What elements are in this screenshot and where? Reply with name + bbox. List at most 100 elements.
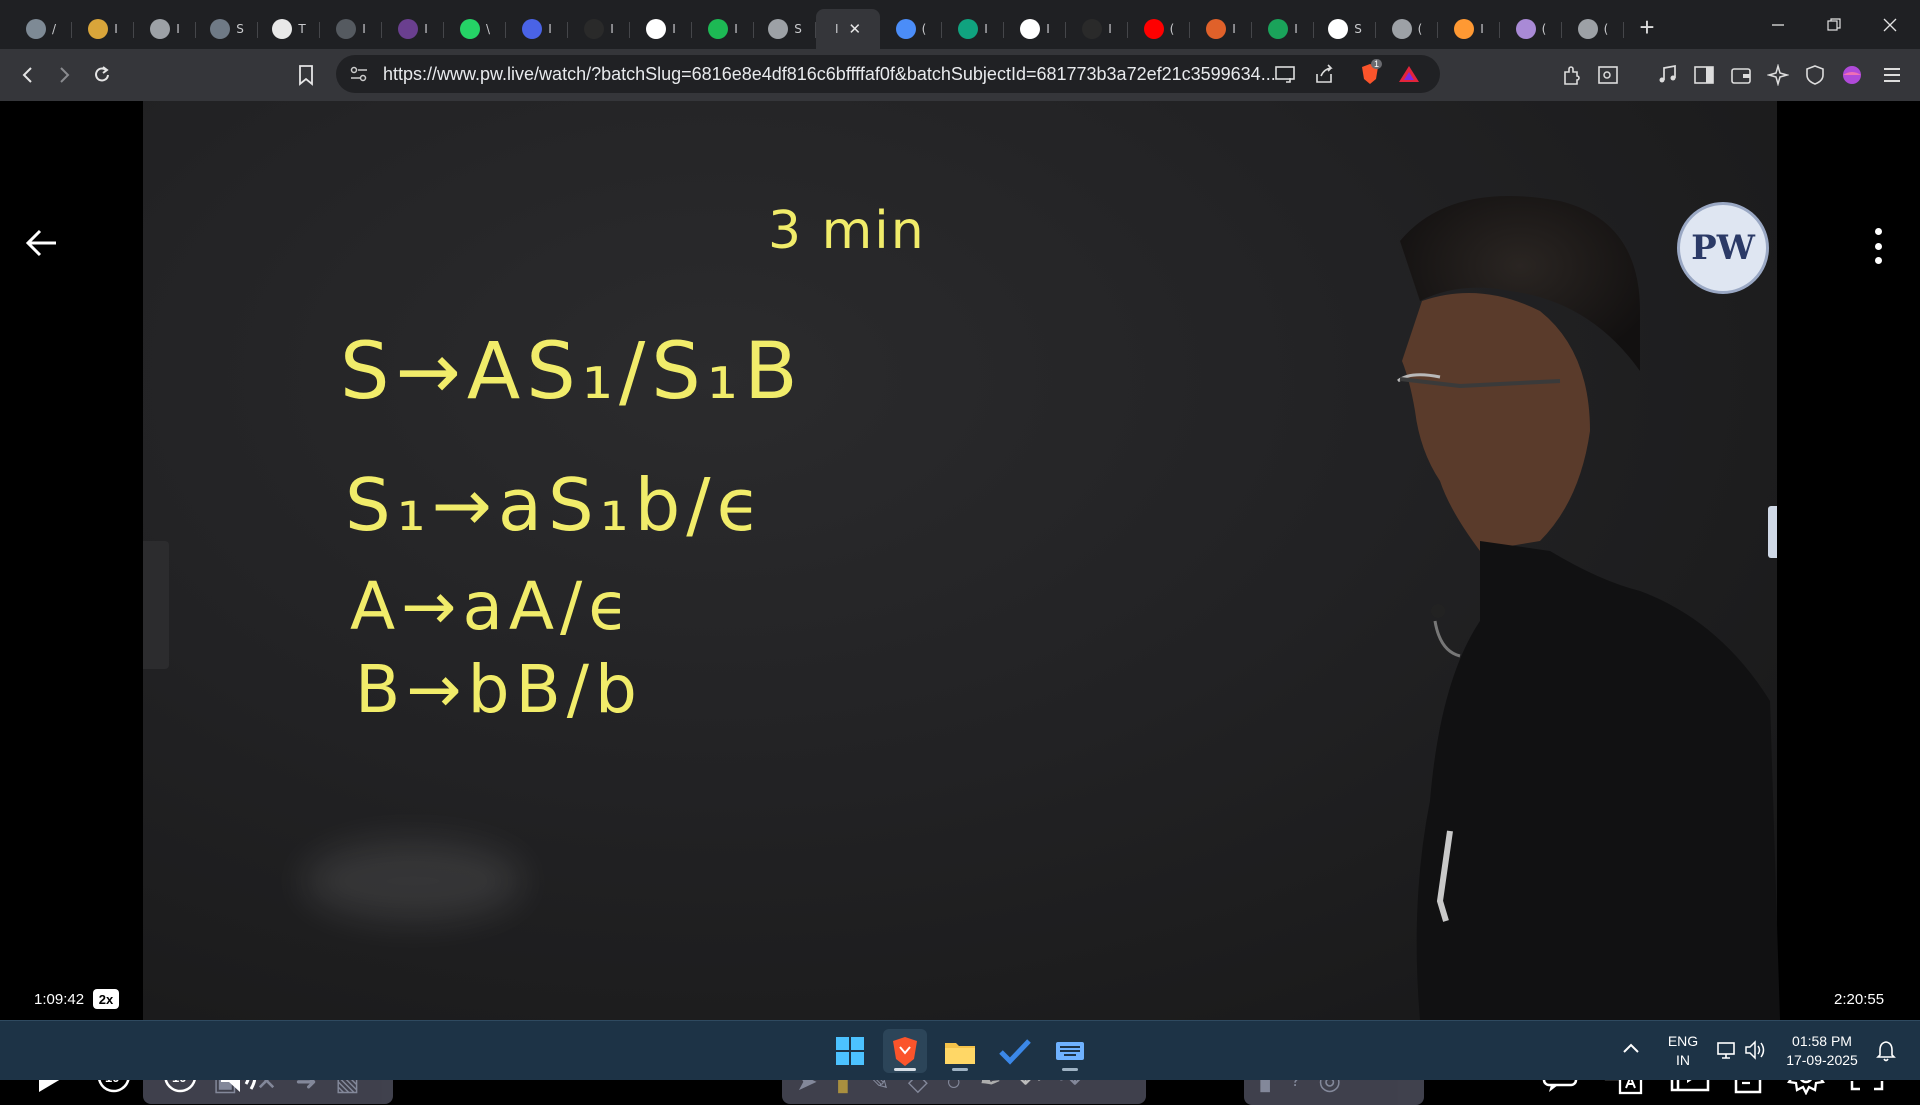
cast-icon[interactable] <box>1274 64 1296 89</box>
food-icon <box>1206 19 1227 39</box>
browser-tab[interactable]: S <box>754 9 816 49</box>
tab-title: ( <box>1541 22 1547 36</box>
browser-tab[interactable]: I <box>72 9 134 49</box>
globe-icon <box>1577 19 1598 39</box>
brave-rewards-icon[interactable] <box>1398 64 1420 89</box>
browser-tab[interactable]: I <box>630 9 692 49</box>
site-info-icon[interactable] <box>350 66 368 87</box>
globe-icon <box>210 19 231 39</box>
teacher-figure <box>1397 196 1780 1020</box>
extensions-icon[interactable] <box>1560 63 1584 87</box>
google-icon <box>1020 19 1041 39</box>
board-line-1: S→AS₁/S₁B <box>340 327 804 417</box>
tab-title: I <box>1480 22 1484 36</box>
playback-speed-badge[interactable]: 2x <box>93 989 119 1009</box>
file-explorer-icon[interactable] <box>938 1029 982 1073</box>
reload-icon[interactable] <box>84 57 120 93</box>
tab-title: I <box>610 22 614 36</box>
browser-tab[interactable]: ( <box>1376 9 1438 49</box>
tab-title: I <box>1294 22 1298 36</box>
browser-tab[interactable]: \ <box>444 9 506 49</box>
tab-title: T <box>298 22 306 36</box>
browser-tab[interactable]: I <box>1004 9 1066 49</box>
browser-tab[interactable]: I <box>568 9 630 49</box>
browser-tab[interactable]: I <box>1252 9 1314 49</box>
more-options-icon[interactable] <box>1872 228 1884 264</box>
browser-tab[interactable]: I <box>320 9 382 49</box>
browser-tab[interactable]: I <box>134 9 196 49</box>
globe-icon <box>768 19 789 39</box>
tab-title: S <box>1354 22 1362 36</box>
close-tab-icon[interactable]: ✕ <box>848 20 861 38</box>
light-reflection <box>303 841 523 921</box>
bookmark-icon[interactable] <box>288 57 324 93</box>
dashboard-icon <box>25 19 46 39</box>
brave-shield-icon[interactable]: 1 <box>1358 59 1383 91</box>
video-player[interactable]: 3 min S→AS₁/S₁B S₁→aS₁b/ϵ A→aA/ϵ B→bB/b … <box>0 101 1920 1105</box>
browser-tab[interactable]: ( <box>1128 9 1190 49</box>
tab-title: I <box>362 22 366 36</box>
share-icon[interactable] <box>1314 64 1336 89</box>
tab-title: I <box>424 22 428 36</box>
tab-title: I <box>984 22 988 36</box>
browser-tab[interactable]: ( <box>1562 9 1624 49</box>
board-line-4: B→bB/b <box>355 651 643 728</box>
close-window-icon[interactable] <box>1862 0 1918 49</box>
browser-tab[interactable]: I <box>942 9 1004 49</box>
browser-tab[interactable]: I <box>382 9 444 49</box>
browser-tab[interactable]: ( <box>1500 9 1562 49</box>
windows-start-icon[interactable] <box>828 1029 872 1073</box>
sidebar-icon[interactable] <box>1692 63 1716 87</box>
forward-icon[interactable] <box>46 57 82 93</box>
gemini-icon <box>895 19 916 39</box>
browser-tab[interactable]: I <box>1190 9 1252 49</box>
back-arrow-icon[interactable] <box>24 225 60 261</box>
restore-icon[interactable] <box>1806 0 1862 49</box>
address-bar[interactable]: https://www.pw.live/watch/?batchSlug=681… <box>336 55 1440 93</box>
menu-icon[interactable] <box>1880 63 1904 87</box>
clock-icon <box>88 19 109 39</box>
browser-tab[interactable]: S <box>196 9 258 49</box>
reader-mode-icon[interactable] <box>1596 63 1620 87</box>
wikipedia-icon <box>1328 19 1349 39</box>
input-language[interactable]: ENG IN <box>1664 1032 1702 1070</box>
browser-tab[interactable]: / <box>10 9 72 49</box>
tab-title: I <box>114 22 118 36</box>
leo-ai-icon[interactable] <box>1766 63 1790 87</box>
profile-avatar-icon[interactable] <box>1840 63 1864 87</box>
keyboard-app-icon[interactable] <box>1048 1029 1092 1073</box>
browser-tab[interactable]: T <box>258 9 320 49</box>
browser-tab[interactable]: I ✕ <box>816 9 880 49</box>
tab-title: I <box>176 22 180 36</box>
tab-title: I <box>672 22 676 36</box>
wallet-icon[interactable] <box>1729 63 1753 87</box>
tab-title: I <box>1046 22 1050 36</box>
browser-tab[interactable]: I <box>1066 9 1128 49</box>
vpn-icon[interactable] <box>1803 63 1827 87</box>
media-icon[interactable] <box>1655 63 1679 87</box>
tab-title: ( <box>921 22 927 36</box>
notification-bell-icon[interactable] <box>1876 1040 1896 1067</box>
clock[interactable]: 01:58 PM 17-09-2025 <box>1780 1032 1864 1070</box>
minimize-icon[interactable] <box>1750 0 1806 49</box>
flag-india-icon <box>1454 19 1475 39</box>
browser-tab[interactable]: I <box>506 9 568 49</box>
show-hidden-icons[interactable] <box>1622 1041 1640 1060</box>
tab-title: / <box>51 22 57 36</box>
network-icon[interactable] <box>1716 1040 1738 1065</box>
browser-tab[interactable]: ( <box>880 9 942 49</box>
side-panel-handle[interactable] <box>143 541 169 669</box>
url-text[interactable]: https://www.pw.live/watch/?batchSlug=681… <box>383 64 1283 85</box>
board-line-2: S₁→aS₁b/ϵ <box>345 463 767 547</box>
brave-browser-taskbar-icon[interactable] <box>883 1029 927 1073</box>
speaker-icon[interactable] <box>1744 1040 1768 1065</box>
tab-title: S <box>794 22 802 36</box>
new-tab-button[interactable]: + <box>1630 11 1664 45</box>
browser-tab[interactable]: S <box>1314 9 1376 49</box>
todo-app-icon[interactable] <box>993 1029 1037 1073</box>
browser-tab[interactable]: I <box>1438 9 1500 49</box>
browser-tab[interactable]: I <box>692 9 754 49</box>
avatar-icon <box>1515 19 1536 39</box>
w3schools-icon <box>272 19 293 39</box>
back-icon[interactable] <box>10 57 46 93</box>
